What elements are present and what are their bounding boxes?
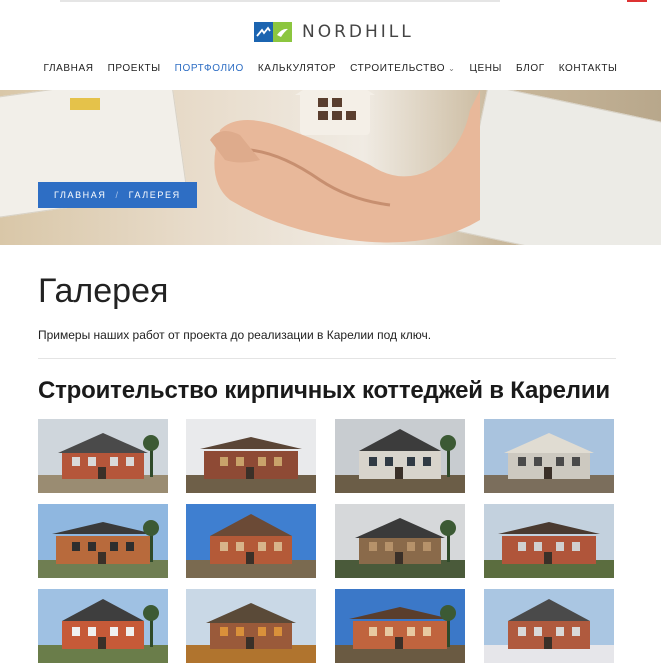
hero-banner: ГЛАВНАЯ / ГАЛЕРЕЯ xyxy=(0,90,661,245)
gallery-thumbnail[interactable] xyxy=(484,419,614,493)
nav-home[interactable]: ГЛАВНАЯ xyxy=(44,63,94,74)
site-header: NORDHILL ГЛАВНАЯ ПРОЕКТЫ ПОРТФОЛИО КАЛЬК… xyxy=(0,0,661,90)
gallery-thumbnail[interactable] xyxy=(484,504,614,578)
top-strip xyxy=(0,0,661,4)
nav-prices[interactable]: ЦЕНЫ xyxy=(469,63,502,74)
nav-projects[interactable]: ПРОЕКТЫ xyxy=(108,63,161,74)
gallery-thumbnail[interactable] xyxy=(335,589,465,663)
gallery-thumbnail[interactable] xyxy=(38,589,168,663)
page-title: Галерея xyxy=(38,272,169,310)
nav-construction[interactable]: СТРОИТЕЛЬСТВО ⌄ xyxy=(350,63,455,74)
gallery-thumbnail[interactable] xyxy=(38,504,168,578)
chevron-down-icon: ⌄ xyxy=(448,64,456,73)
page-lead: Примеры наших работ от проекта до реализ… xyxy=(38,328,432,342)
gallery-thumbnail[interactable] xyxy=(484,589,614,663)
nav-calculator[interactable]: КАЛЬКУЛЯТОР xyxy=(258,63,336,74)
section-title: Строительство кирпичных коттеджей в Каре… xyxy=(38,377,610,404)
main-nav: ГЛАВНАЯ ПРОЕКТЫ ПОРТФОЛИО КАЛЬКУЛЯТОР СТ… xyxy=(0,63,661,74)
gallery-thumbnail[interactable] xyxy=(186,419,316,493)
gallery-thumbnail[interactable] xyxy=(335,504,465,578)
breadcrumb-separator: / xyxy=(115,190,120,200)
breadcrumb-current: ГАЛЕРЕЯ xyxy=(128,190,181,200)
gallery-thumbnail[interactable] xyxy=(38,419,168,493)
nav-contacts[interactable]: КОНТАКТЫ xyxy=(559,63,618,74)
gallery-thumbnail[interactable] xyxy=(186,504,316,578)
nav-construction-label: СТРОИТЕЛЬСТВО xyxy=(350,63,446,74)
logo-icon xyxy=(254,22,292,42)
breadcrumb-home-link[interactable]: ГЛАВНАЯ xyxy=(54,190,106,200)
nav-blog[interactable]: БЛОГ xyxy=(516,63,545,74)
hero-ruler xyxy=(70,98,100,110)
gallery-thumbnail[interactable] xyxy=(186,589,316,663)
breadcrumb: ГЛАВНАЯ / ГАЛЕРЕЯ xyxy=(38,182,197,208)
hero-blueprint xyxy=(456,90,661,245)
hands-holding-house-icon xyxy=(210,90,480,243)
nav-portfolio[interactable]: ПОРТФОЛИО xyxy=(175,63,244,74)
divider xyxy=(38,358,616,359)
site-logo[interactable]: NORDHILL xyxy=(254,22,414,42)
logo-text: NORDHILL xyxy=(302,22,414,42)
gallery-thumbnail[interactable] xyxy=(335,419,465,493)
